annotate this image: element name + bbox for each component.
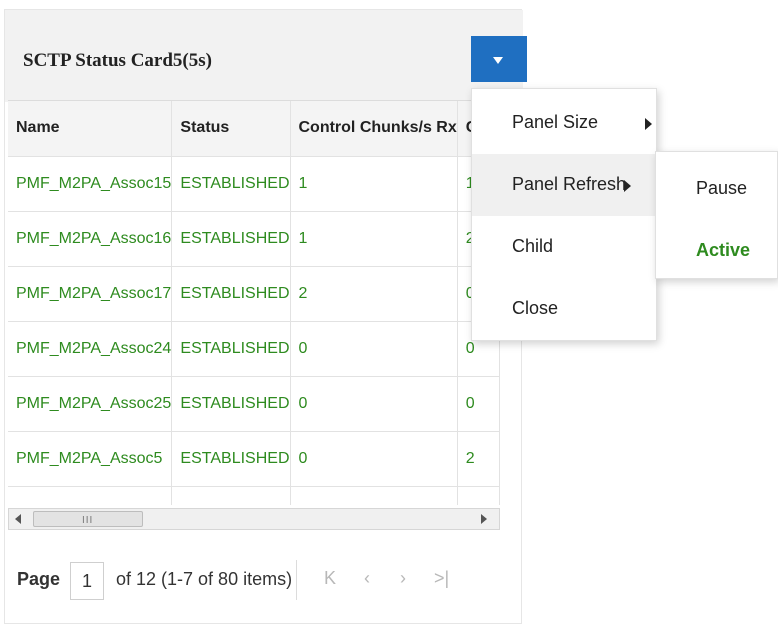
panel-menu-button[interactable] [471,36,527,82]
cell-status: ESTABLISHED [171,321,291,377]
column-header-status[interactable]: Status [171,101,291,157]
horizontal-scrollbar[interactable]: III [8,508,500,530]
cell-control-chunks-rx: 1 [290,211,458,267]
column-header-name[interactable]: Name [8,101,173,157]
cell-status: ESTABLISHED [171,431,291,487]
table-header-row: Name Status Control Chunks/s Rx C [8,101,500,157]
menu-item-panel-refresh[interactable]: Panel Refresh [472,154,656,216]
table-row[interactable]: PMF_M2PA_Assoc17ESTABLISHED20 [8,266,500,322]
status-table: Name Status Control Chunks/s Rx C PMF_M2… [8,100,500,505]
submenu-arrow-icon [624,180,631,192]
table-row[interactable]: PMF_M2PA_Assoc25 ESTABLISHED 0 0 [8,376,500,432]
column-header-control-chunks-rx[interactable]: Control Chunks/s Rx [290,101,458,157]
cell-name: PMF_M2PA_Assoc25 [8,376,173,432]
cell-name: PMF_M2PA_Assoc24 [8,321,173,377]
cell-status: ESTABLISHED [171,266,291,322]
table-row[interactable]: PMF_M2PA_Assoc24 ESTABLISHED 0 0 [8,321,500,377]
submenu-arrow-icon [645,118,652,130]
first-page-icon[interactable]: K [324,568,336,589]
panel-context-menu: Panel Size Panel Refresh Child Close [471,88,657,341]
page-number-input[interactable] [70,562,104,600]
scrollbar-thumb[interactable]: III [33,511,143,527]
menu-item-label: Panel Refresh [512,174,627,194]
table-row[interactable]: PMF_M2PA_Assoc16ESTABLISHED12 [8,211,500,267]
cell-control-chunks-rx: 0 [290,321,458,377]
last-page-icon[interactable]: ˃| [434,568,449,589]
pager-divider [296,560,297,600]
submenu-item-label: Active [696,240,751,260]
menu-item-label: Child [512,236,554,256]
submenu-item-active[interactable]: Active [656,216,778,278]
panel-title: SCTP Status Card5(5s) [23,50,212,71]
cell-status: ESTABLISHED [171,156,291,212]
page-summary: of 12 (1-7 of 80 items) [116,569,293,589]
caret-down-icon [493,57,503,64]
submenu-item-pause[interactable]: Pause [656,154,778,216]
cell-name: PMF_M2PA_Assoc16 [8,211,173,267]
scroll-right-icon[interactable] [481,514,487,524]
cell-control-chunks-rx: 0 [290,431,458,487]
cell-truncated-column: 2 [457,431,500,487]
previous-page-icon[interactable]: ‹ [364,568,370,589]
refresh-submenu: Pause Active [655,151,778,279]
table-row[interactable]: PMF_M2PA_Assoc6ESTABLISHED13 [8,486,500,505]
table-row[interactable]: PMF_M2PA_Assoc15ESTABLISHED11 [8,156,500,212]
table-row[interactable]: PMF_M2PA_Assoc5 ESTABLISHED 0 2 [8,431,500,487]
cell-control-chunks-rx: 2 [290,266,458,322]
page-label: Page [17,569,61,589]
cell-status: ESTABLISHED [171,376,291,432]
menu-item-close[interactable]: Close [472,278,656,340]
cell-name: PMF_M2PA_Assoc6 [8,486,173,505]
cell-truncated-column: 0 [457,376,500,432]
cell-control-chunks-rx: 1 [290,486,458,505]
panel-header: SCTP Status Card5(5s) [5,10,527,102]
menu-item-label: Close [512,298,559,318]
menu-item-child[interactable]: Child [472,216,656,278]
cell-name: PMF_M2PA_Assoc17 [8,266,173,322]
cell-control-chunks-rx: 1 [290,156,458,212]
scroll-left-icon[interactable] [15,514,21,524]
cell-status: ESTABLISHED [171,211,291,267]
menu-item-label: Panel Size [512,112,599,132]
cell-control-chunks-rx: 0 [290,376,458,432]
menu-item-panel-size[interactable]: Panel Size [472,92,656,154]
cell-name: PMF_M2PA_Assoc5 [8,431,173,487]
cell-status: ESTABLISHED [171,486,291,505]
cell-truncated-column: 3 [457,486,500,505]
next-page-icon[interactable]: › [400,568,406,589]
cell-name: PMF_M2PA_Assoc15 [8,156,173,212]
scrollbar-grip: III [82,515,94,526]
submenu-item-label: Pause [696,178,748,198]
